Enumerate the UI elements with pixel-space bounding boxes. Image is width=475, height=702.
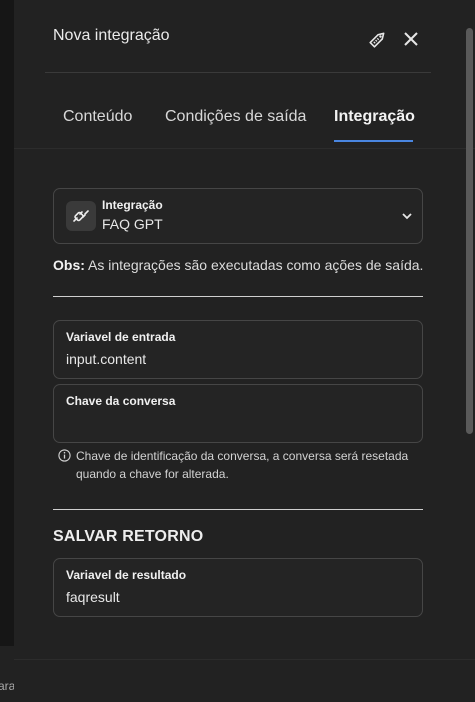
hint-text: Chave de identificação da conversa, a co…	[76, 449, 409, 481]
close-icon[interactable]	[400, 28, 422, 50]
footer-divider	[14, 659, 475, 660]
integration-value: FAQ GPT	[102, 216, 163, 232]
obs-note: Obs: As integrações são executadas como …	[53, 257, 423, 273]
panel-title: Nova integração	[53, 27, 170, 44]
integration-select[interactable]: Integração FAQ GPT	[53, 188, 423, 244]
input-variable-value: input.content	[66, 351, 147, 367]
integration-panel: Nova integração Conteúdo Condições de sa…	[14, 0, 475, 702]
tab-integracao[interactable]: Integração	[334, 108, 415, 126]
info-icon	[58, 449, 71, 462]
scrollbar-thumb[interactable]	[466, 28, 473, 434]
plug-icon	[66, 201, 96, 231]
tab-condicoes-de-saida[interactable]: Condições de saída	[165, 108, 306, 126]
scrollbar[interactable]	[466, 0, 475, 702]
input-variable-field[interactable]: Variavel de entrada input.content	[53, 320, 423, 379]
result-variable-label: Variavel de resultado	[66, 568, 187, 582]
background-left-strip: ara	[0, 0, 14, 702]
tag-icon[interactable]	[367, 28, 389, 50]
background-partial-text: ara	[0, 646, 14, 702]
chevron-down-icon	[400, 209, 414, 223]
input-variable-label: Variavel de entrada	[66, 330, 176, 344]
active-tab-indicator	[334, 140, 413, 142]
result-variable-value: faqresult	[66, 589, 120, 605]
panel-header: Nova integração	[14, 0, 475, 72]
tab-conteudo[interactable]: Conteúdo	[63, 108, 132, 126]
conversation-key-field[interactable]: Chave da conversa	[53, 384, 423, 443]
result-variable-field[interactable]: Variavel de resultado faqresult	[53, 558, 423, 617]
conversation-key-hint: Chave de identificação da conversa, a co…	[58, 447, 418, 483]
section-divider-2	[53, 509, 423, 510]
obs-prefix: Obs:	[53, 257, 85, 273]
section-divider	[53, 296, 423, 297]
obs-text: As integrações são executadas como ações…	[88, 257, 424, 273]
tab-bar: Conteúdo Condições de saída Integração	[14, 73, 475, 149]
integration-label: Integração	[102, 198, 163, 212]
conversation-key-label: Chave da conversa	[66, 394, 176, 408]
save-return-heading: SALVAR RETORNO	[53, 528, 204, 545]
